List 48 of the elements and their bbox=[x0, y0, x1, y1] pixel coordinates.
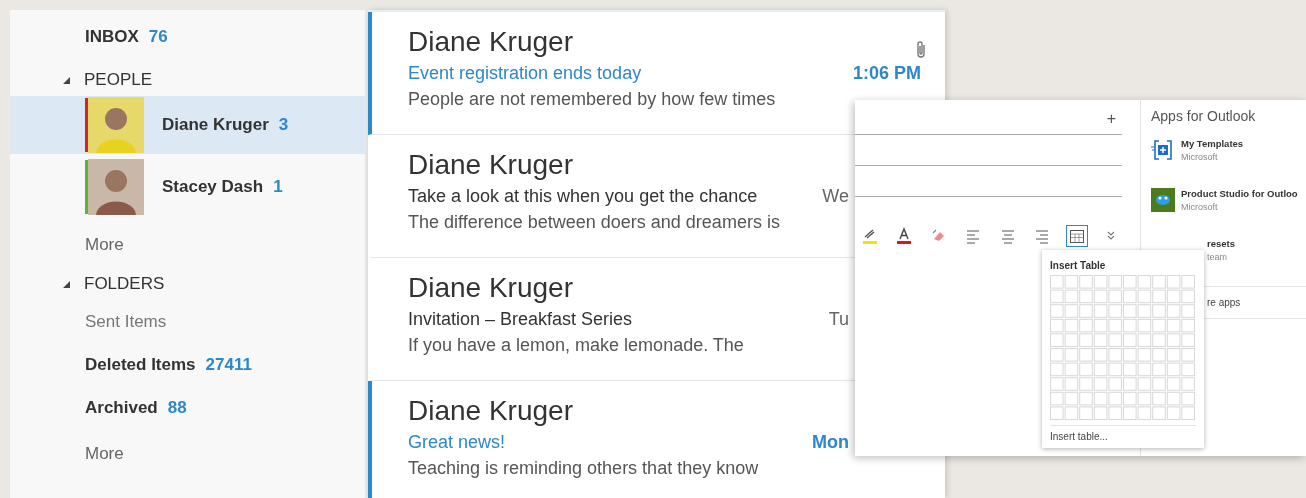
sender-name: Diane Kruger bbox=[408, 394, 573, 428]
avatar-icon bbox=[88, 97, 144, 153]
message-subject: Event registration ends today bbox=[408, 62, 642, 85]
app-item[interactable]: My Templates Microsoft bbox=[1151, 138, 1306, 188]
folder-item[interactable]: Deleted Items 27411 bbox=[10, 343, 365, 386]
folder-item[interactable]: Sent Items bbox=[10, 300, 365, 343]
bug-icon bbox=[1151, 188, 1175, 212]
app-name: My Templates bbox=[1181, 138, 1244, 149]
app-publisher: Microsoft bbox=[1181, 152, 1219, 162]
message-subject: Great news! bbox=[408, 431, 506, 454]
message-date: Tu bbox=[828, 308, 849, 331]
sender-name: Diane Kruger bbox=[408, 148, 573, 182]
insert-table-link[interactable]: Insert table... bbox=[1050, 425, 1196, 442]
toolbar-button[interactable] bbox=[1066, 225, 1088, 247]
highlight-icon bbox=[860, 227, 879, 245]
message-date: Mon bbox=[812, 431, 849, 454]
add-button[interactable]: + bbox=[1106, 110, 1116, 128]
input-field[interactable]: + bbox=[855, 104, 1122, 135]
table-icon bbox=[1067, 227, 1086, 245]
app-name: resets bbox=[1207, 238, 1235, 249]
message-preview: Teaching is reminding others that they know bbox=[408, 457, 760, 480]
more-link[interactable]: More bbox=[10, 429, 365, 479]
app-publisher: Microsoft bbox=[1181, 202, 1219, 212]
more-link[interactable]: More bbox=[10, 220, 365, 270]
message-preview: People are not remembered by how few times bbox=[408, 88, 777, 111]
message-subject: Take a look at this when you get the chance bbox=[408, 185, 758, 208]
app-name: Product Studio for Outloo bbox=[1181, 188, 1298, 199]
sender-name: Diane Kruger bbox=[408, 271, 573, 305]
menu-title: Insert Table bbox=[1050, 260, 1107, 271]
sender-name: Diane Kruger bbox=[408, 25, 573, 59]
message-date: We bbox=[822, 185, 849, 208]
font-color-icon bbox=[895, 227, 914, 245]
section-header[interactable]: FOLDERS bbox=[10, 270, 365, 298]
app-publisher: team bbox=[1207, 252, 1228, 262]
person-item[interactable]: Stacey Dash 1 bbox=[10, 158, 365, 216]
inbox-item[interactable]: INBOX 76 bbox=[10, 26, 365, 48]
template-icon bbox=[1151, 138, 1175, 162]
person-item[interactable]: Diane Kruger 3 bbox=[10, 96, 365, 154]
folder-item[interactable]: Archived 88 bbox=[10, 386, 365, 429]
message-preview: If you have a lemon, make lemonade. The bbox=[408, 334, 745, 357]
app-item[interactable]: Product Studio for Outloo Microsoft bbox=[1151, 188, 1306, 238]
apps-title: Apps for Outlook bbox=[1151, 108, 1257, 124]
message-subject: Invitation – Breakfast Series bbox=[408, 308, 633, 331]
message-date: 1:06 PM bbox=[852, 62, 921, 85]
avatar-icon bbox=[88, 159, 144, 215]
table-size-grid[interactable] bbox=[1050, 275, 1196, 421]
section-header[interactable]: PEOPLE bbox=[10, 66, 365, 94]
message-preview: The difference between doers and dreamers is bbox=[408, 211, 781, 234]
